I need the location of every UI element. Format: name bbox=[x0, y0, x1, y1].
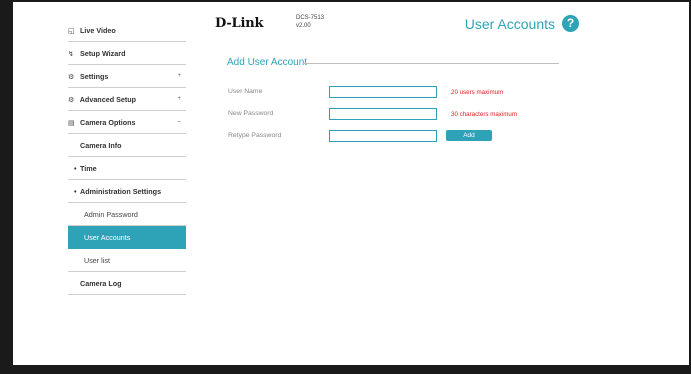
sidebar-item-time[interactable]: • Time bbox=[68, 157, 186, 180]
expand-icon: + bbox=[177, 96, 181, 102]
username-input[interactable] bbox=[329, 86, 437, 98]
brand-logo: D-Link bbox=[215, 16, 264, 31]
model-number: DCS-7513 bbox=[296, 15, 325, 21]
page-header: D-Link DCS-7513 v2.00 User Accounts ? bbox=[213, 0, 593, 40]
username-label: User Name bbox=[228, 88, 263, 95]
sidebar-item-camera-log[interactable]: Camera Log bbox=[68, 272, 186, 295]
section-divider bbox=[303, 63, 559, 64]
sidebar-item-admin-password[interactable]: Admin Password bbox=[68, 203, 186, 226]
sidebar-item-live-video[interactable]: ◱ Live Video bbox=[68, 19, 186, 42]
sidebar-item-label: Camera Info bbox=[80, 141, 122, 150]
advanced-gear-icon: ⚙ bbox=[68, 95, 75, 104]
page-title: User Accounts bbox=[464, 16, 555, 32]
document-icon: ▤ bbox=[68, 118, 75, 127]
sidebar-item-label: Live Video bbox=[80, 26, 116, 35]
retype-password-label: Retype Password bbox=[228, 132, 282, 139]
help-icon[interactable]: ? bbox=[562, 15, 579, 32]
sidebar-item-label: Settings bbox=[80, 72, 109, 81]
sidebar-item-label: Administration Settings bbox=[80, 187, 162, 196]
sidebar-item-user-accounts[interactable]: User Accounts bbox=[68, 226, 186, 249]
sidebar-nav: ◱ Live Video ↯ Setup Wizard ⚙ Settings +… bbox=[68, 19, 186, 295]
firmware-version: v2.00 bbox=[296, 23, 311, 29]
sidebar-item-administration-settings[interactable]: • Administration Settings bbox=[68, 180, 186, 203]
section-title: Add User Account bbox=[227, 57, 308, 68]
sidebar-item-camera-info[interactable]: Camera Info bbox=[68, 134, 186, 157]
sidebar-item-label: Camera Options bbox=[80, 118, 136, 127]
sidebar-item-camera-options[interactable]: ▤ Camera Options – bbox=[68, 111, 186, 134]
expand-icon: + bbox=[177, 73, 181, 79]
collapse-icon: – bbox=[177, 119, 181, 125]
sidebar-item-label: User Accounts bbox=[84, 233, 131, 242]
add-button[interactable]: Add bbox=[446, 130, 492, 141]
wand-icon: ↯ bbox=[68, 49, 75, 58]
sidebar-item-advanced-setup[interactable]: ⚙ Advanced Setup + bbox=[68, 88, 186, 111]
sidebar-item-label: User list bbox=[84, 256, 110, 265]
new-password-label: New Password bbox=[228, 110, 274, 117]
sidebar-item-label: Admin Password bbox=[84, 210, 138, 219]
sidebar-item-settings[interactable]: ⚙ Settings + bbox=[68, 65, 186, 88]
password-hint: 30 characters maximum bbox=[451, 111, 518, 118]
new-password-input[interactable] bbox=[329, 108, 437, 120]
gear-icon: ⚙ bbox=[68, 72, 75, 81]
sidebar-item-label: Setup Wizard bbox=[80, 49, 126, 58]
camera-icon: ◱ bbox=[68, 26, 75, 35]
sidebar-item-label: Advanced Setup bbox=[79, 95, 137, 104]
sidebar-item-setup-wizard[interactable]: ↯ Setup Wizard bbox=[68, 42, 186, 65]
username-hint: 20 users maximum bbox=[451, 89, 504, 96]
sidebar-item-label: Time bbox=[80, 164, 97, 173]
sidebar-item-user-list[interactable]: User list bbox=[68, 249, 186, 272]
retype-password-input[interactable] bbox=[329, 130, 437, 142]
sidebar-item-label: Camera Log bbox=[80, 279, 122, 288]
